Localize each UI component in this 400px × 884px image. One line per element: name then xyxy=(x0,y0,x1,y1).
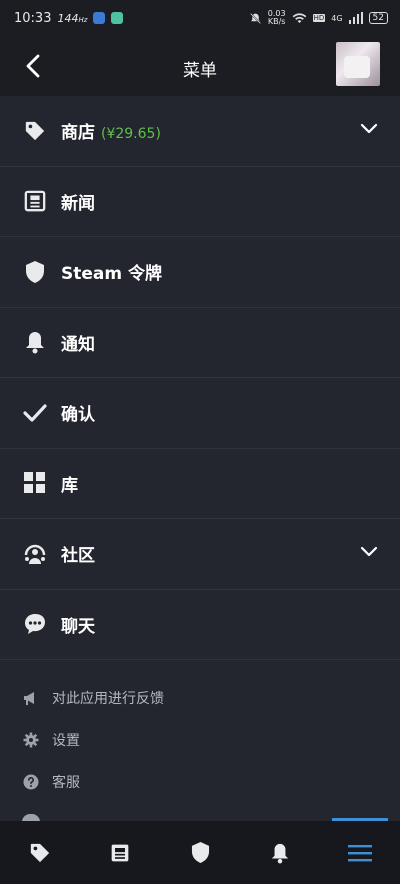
menu-label: 客服 xyxy=(52,775,80,791)
megaphone-icon xyxy=(23,690,39,706)
gear-icon xyxy=(23,732,39,748)
app-notification-icon xyxy=(111,12,124,24)
avatar[interactable] xyxy=(336,42,380,86)
tab-menu[interactable] xyxy=(320,821,400,884)
bell-icon xyxy=(271,843,289,863)
battery-icon: 52 xyxy=(368,12,388,24)
menu-label: 通知 xyxy=(61,334,95,355)
tag-icon xyxy=(30,843,50,862)
hd-icon: HD xyxy=(312,14,326,22)
net-speed: 0.03 KB/s xyxy=(267,9,286,26)
menu-item-support[interactable]: 客服 xyxy=(0,761,400,803)
menu-label: 新闻 xyxy=(61,193,95,214)
app-notification-icon xyxy=(93,12,106,24)
refresh-rate: 144Hz xyxy=(57,11,88,25)
tab-steam-guard[interactable] xyxy=(160,821,240,884)
main-menu: 商店 (¥29.65) 新闻 Steam 令牌 通知 确认 库 社区 聊天 xyxy=(0,96,400,660)
shield-icon xyxy=(23,260,47,284)
app-header: 菜单 xyxy=(0,36,400,96)
community-icon xyxy=(23,542,47,566)
menu-label: 设置 xyxy=(52,733,80,749)
menu-label: 对此应用进行反馈 xyxy=(52,691,164,707)
menu-item-settings[interactable]: 设置 xyxy=(0,719,400,761)
newspaper-icon xyxy=(23,189,47,213)
status-bar: 10:33 144Hz 0.03 KB/s HD 4G 52 xyxy=(0,0,400,36)
menu-item-feedback[interactable]: 对此应用进行反馈 xyxy=(0,677,400,719)
chevron-down-icon[interactable] xyxy=(360,543,378,562)
menu-item-store[interactable]: 商店 (¥29.65) xyxy=(0,96,400,167)
menu-item-chat[interactable]: 聊天 xyxy=(0,590,400,660)
shield-icon xyxy=(191,842,209,863)
chat-icon xyxy=(23,612,47,636)
menu-label: Steam 令牌 xyxy=(61,264,163,285)
wifi-icon xyxy=(292,13,306,23)
menu-item-community[interactable]: 社区 xyxy=(0,519,400,590)
tab-notifications[interactable] xyxy=(240,821,320,884)
menu-item-steam-guard[interactable]: Steam 令牌 xyxy=(0,237,400,308)
menu-label: 确认 xyxy=(61,405,95,426)
help-icon xyxy=(23,774,39,790)
hamburger-menu-icon xyxy=(348,844,372,861)
grid-icon xyxy=(23,471,47,495)
menu-item-confirmations[interactable]: 确认 xyxy=(0,378,400,449)
menu-label: 库 xyxy=(61,475,78,496)
secondary-menu: 对此应用进行反馈 设置 客服 xyxy=(0,677,400,803)
tab-news[interactable] xyxy=(80,821,160,884)
signal-icon xyxy=(348,12,363,24)
menu-label: 聊天 xyxy=(61,616,95,637)
mute-icon xyxy=(249,12,261,24)
bottom-navigation xyxy=(0,821,400,884)
bell-icon xyxy=(23,330,47,354)
menu-item-news[interactable]: 新闻 xyxy=(0,167,400,237)
menu-item-notifications[interactable]: 通知 xyxy=(0,308,400,378)
checkmark-icon xyxy=(23,401,47,425)
status-time: 10:33 xyxy=(14,10,52,26)
wallet-balance: (¥29.65) xyxy=(101,126,161,143)
newspaper-icon xyxy=(111,844,129,861)
signal-label: 4G xyxy=(331,13,343,23)
menu-item-library[interactable]: 库 xyxy=(0,449,400,519)
chevron-down-icon[interactable] xyxy=(360,120,378,139)
tab-store[interactable] xyxy=(0,821,80,884)
menu-label: 商店 (¥29.65) xyxy=(61,123,161,144)
menu-label: 社区 xyxy=(61,546,95,567)
tag-icon xyxy=(23,119,47,143)
